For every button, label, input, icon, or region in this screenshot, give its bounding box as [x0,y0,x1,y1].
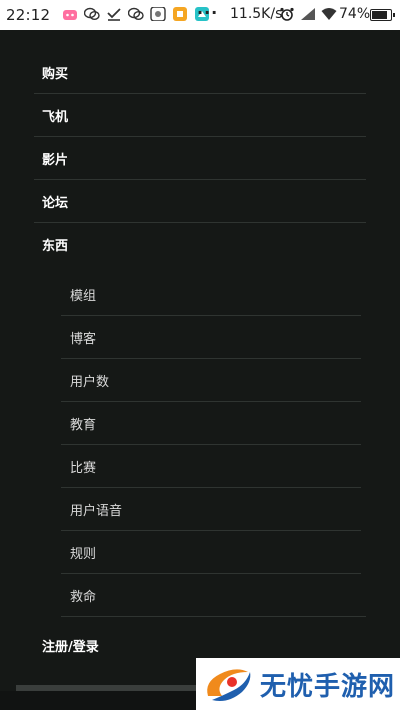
more-notifications-indicator: ··· [197,3,219,22]
battery-percent: 74% [339,6,371,22]
network-speed: 11.5K/s [230,6,283,22]
submenu-item-label: 用户数 [70,374,110,390]
watermark-logo-icon [207,669,251,701]
submenu-item-label: 规则 [70,546,97,562]
menu-item-stuff[interactable]: 东西 [34,223,366,266]
submenu-item-competition[interactable]: 比赛 [61,445,361,488]
menu-item-label: 影片 [42,152,69,168]
submenu-item-label: 用户语音 [70,503,123,519]
wifi-icon [321,7,337,21]
login-register-label: 注册/登录 [42,640,99,655]
submenu-item-label: 比赛 [70,460,97,476]
status-bar: 22:12 ··· 11.5K/s 74% [0,0,400,30]
menu-item-buy[interactable]: 购买 [34,51,366,94]
submenu-item-label: 博客 [70,331,97,347]
menu-item-label: 购买 [42,66,69,82]
bilibili-icon [62,7,78,21]
menu-item-label: 东西 [42,239,69,254]
wechat-icon [84,7,100,21]
alarm-icon [279,7,295,21]
submenu-item-user-count[interactable]: 用户数 [61,359,361,402]
submenu-item-label: 教育 [70,417,97,433]
status-time: 22:12 [6,6,51,24]
submenu-item-label: 模组 [70,288,97,304]
signal-icon [300,7,316,21]
menu-item-videos[interactable]: 影片 [34,137,366,180]
submenu-item-help[interactable]: 救命 [61,574,366,617]
app-icon [172,7,188,21]
watermark-text: 无忧手游网 [260,671,396,702]
submenu-item-blog[interactable]: 博客 [61,316,361,359]
download-icon [106,7,122,21]
battery-icon [370,9,395,21]
wechat-icon [128,7,144,21]
submenu-item-rules[interactable]: 规则 [61,531,361,574]
notification-icons [62,7,210,21]
menu-item-label: 论坛 [42,195,69,211]
menu-item-aircraft[interactable]: 飞机 [34,94,366,137]
menu-item-forum[interactable]: 论坛 [34,180,366,223]
submenu-item-user-voice[interactable]: 用户语音 [61,488,361,531]
submenu-item-education[interactable]: 教育 [61,402,361,445]
navigation-menu: 购买 飞机 影片 论坛 东西 模组 博客 用户数 教育 比赛 用户语音 规则 救… [0,30,400,710]
app-icon [150,7,166,21]
menu-item-label: 飞机 [42,109,69,125]
system-icons [279,7,337,21]
submenu-item-label: 救命 [70,589,97,605]
submenu-item-mods[interactable]: 模组 [61,273,361,316]
site-watermark: 无忧手游网 [196,658,400,710]
